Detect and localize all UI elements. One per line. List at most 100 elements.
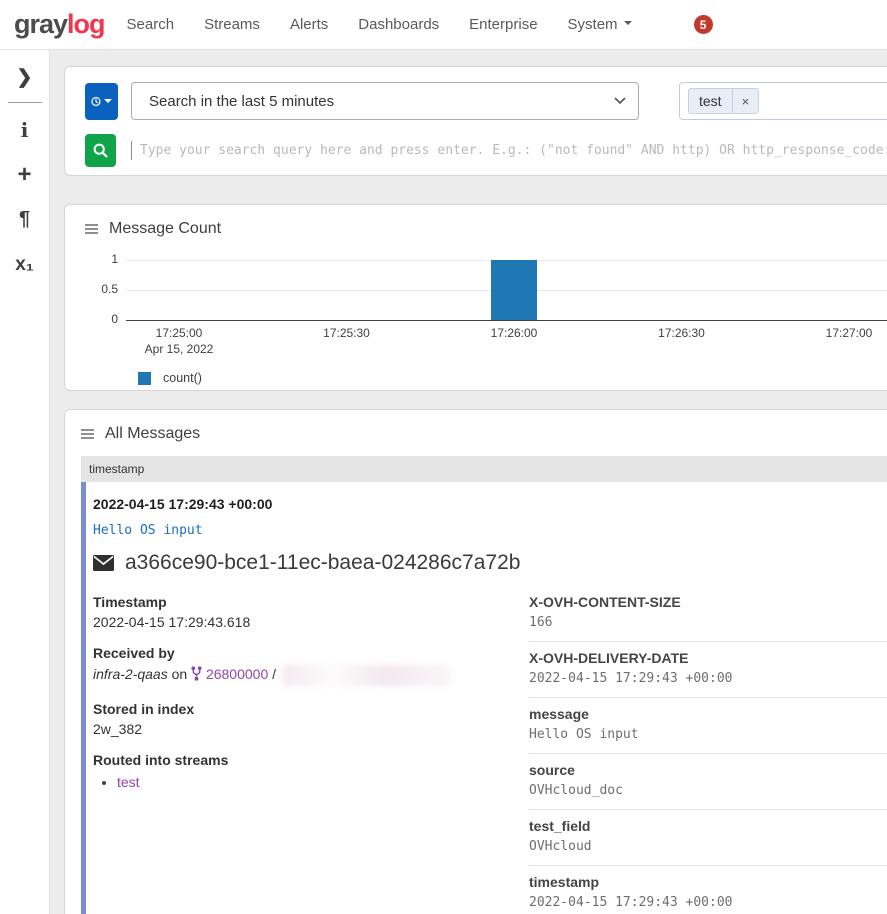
- clock-icon: [91, 94, 101, 109]
- query-input-wrap: [131, 134, 887, 167]
- chevron-right-icon: ❯: [17, 66, 33, 89]
- info-icon: i: [21, 118, 29, 142]
- sidebar-item-highlighting[interactable]: ¶: [5, 197, 45, 242]
- filter-tag-label: test: [689, 89, 732, 113]
- detail-label: Stored in index: [93, 701, 529, 717]
- field-name: source: [529, 762, 887, 778]
- message-field: message Hello OS input: [529, 706, 887, 754]
- detail-label: Timestamp: [93, 594, 529, 610]
- x-axis-date-label: Apr 15, 2022: [119, 342, 239, 356]
- widget-title: All Messages: [105, 425, 200, 443]
- code-fork-icon: [191, 666, 202, 681]
- search-submit-button[interactable]: [85, 134, 116, 167]
- stream-link[interactable]: test: [117, 774, 140, 790]
- widget-title: Message Count: [109, 220, 221, 238]
- y-axis-tick-label: 1: [80, 252, 118, 266]
- logo-log-text: log: [67, 9, 105, 39]
- redacted-blur: [283, 665, 451, 686]
- message-summary[interactable]: Hello OS input: [93, 523, 887, 538]
- field-name: message: [529, 706, 887, 722]
- message-id[interactable]: a366ce90-bce1-11ec-baea-024286c7a72b: [125, 551, 520, 575]
- x-axis-tick-label: 17:25:30: [287, 326, 407, 340]
- message-timestamp: 2022-04-15 17:29:43 +00:00: [93, 496, 887, 512]
- nav-item-enterprise[interactable]: Enterprise: [469, 16, 537, 33]
- remove-tag-button[interactable]: ×: [732, 89, 759, 113]
- search-icon: [93, 143, 108, 158]
- field-name: timestamp: [529, 874, 887, 890]
- filter-tag: test ×: [688, 88, 759, 114]
- drag-handle-icon[interactable]: [85, 222, 98, 236]
- plus-icon: +: [17, 161, 31, 189]
- detail-label: Routed into streams: [93, 752, 529, 768]
- drag-handle-icon[interactable]: [81, 427, 94, 441]
- chevron-down-icon: [614, 97, 626, 105]
- bar-chart: 00.5117:25:0017:25:3017:26:0017:26:3017:…: [126, 260, 887, 385]
- table-column-header-timestamp[interactable]: timestamp: [81, 456, 887, 482]
- search-query-input[interactable]: [131, 134, 887, 167]
- sidebar-divider: [8, 102, 42, 103]
- all-messages-widget: All Messages timestamp 2022-04-15 17:29:…: [64, 409, 887, 914]
- stream-list-item: test: [117, 774, 529, 790]
- chart-bar: [491, 260, 537, 320]
- message-field: X-OVH-CONTENT-SIZE 166: [529, 594, 887, 642]
- timerange-select[interactable]: Search in the last 5 minutes: [131, 82, 639, 120]
- sidebar-item-fields[interactable]: x₁: [5, 242, 45, 287]
- field-value: 166: [529, 615, 887, 630]
- field-name: X-OVH-DELIVERY-DATE: [529, 650, 887, 666]
- field-value: OVHcloud_doc: [529, 783, 887, 798]
- y-axis-tick-label: 0: [80, 312, 118, 326]
- timerange-label: Search in the last 5 minutes: [149, 93, 334, 110]
- nav-item-streams[interactable]: Streams: [204, 16, 260, 33]
- field-value: Hello OS input: [529, 727, 887, 742]
- field-value: 2022-04-15 17:29:43 +00:00: [529, 895, 887, 910]
- nav-item-dashboards[interactable]: Dashboards: [358, 16, 439, 33]
- field-name: X-OVH-CONTENT-SIZE: [529, 594, 887, 610]
- received-by-value: infra-2-qaas on 26800000 /: [93, 665, 529, 686]
- field-value: OVHcloud: [529, 839, 887, 854]
- notification-badge[interactable]: 5: [694, 15, 713, 34]
- message-field: X-OVH-DELIVERY-DATE 2022-04-15 17:29:43 +…: [529, 650, 887, 698]
- node-name: infra-2-qaas: [93, 666, 168, 682]
- detail-value: 2022-04-15 17:29:43.618: [93, 614, 529, 630]
- sidebar-item-description[interactable]: i: [5, 107, 45, 152]
- nav-item-system[interactable]: System: [568, 16, 632, 33]
- main-content: Search in the last 5 minutes test ×: [50, 50, 887, 914]
- caret-down-icon: [104, 99, 112, 107]
- nav-item-search[interactable]: Search: [127, 16, 175, 33]
- search-filter-input[interactable]: test ×: [679, 82, 887, 120]
- message-field: test_field OVHcloud: [529, 818, 887, 866]
- legend-swatch: [138, 372, 151, 385]
- message-metadata: Timestamp 2022-04-15 17:29:43.618 Receiv…: [93, 594, 529, 914]
- message-row: 2022-04-15 17:29:43 +00:00 Hello OS inpu…: [81, 482, 887, 914]
- nav-item-alerts[interactable]: Alerts: [290, 16, 328, 33]
- y-axis-tick-label: 0.5: [80, 282, 118, 296]
- message-fields-list: X-OVH-CONTENT-SIZE 166 X-OVH-DELIVERY-DATE…: [529, 594, 887, 914]
- received-on-text: on: [172, 666, 188, 682]
- timerange-type-button[interactable]: [85, 83, 118, 120]
- pilcrow-icon: ¶: [19, 208, 30, 231]
- field-value: 2022-04-15 17:29:43 +00:00: [529, 671, 887, 686]
- x-axis-tick-label: 17:26:00: [454, 326, 574, 340]
- input-link[interactable]: 26800000: [206, 666, 268, 682]
- top-navbar: graylog Search Streams Alerts Dashboards…: [0, 0, 887, 50]
- detail-label: Received by: [93, 645, 529, 661]
- text-cursor: [131, 141, 132, 160]
- x-axis-tick-label: 17:26:30: [622, 326, 742, 340]
- system-label: System: [568, 16, 618, 33]
- message-id-heading: a366ce90-bce1-11ec-baea-024286c7a72b: [93, 551, 887, 575]
- separator-text: /: [272, 666, 276, 682]
- chart-legend: count(): [138, 371, 887, 385]
- envelope-icon: [93, 555, 114, 571]
- field-name: test_field: [529, 818, 887, 834]
- fields-x1-icon: x₁: [15, 254, 33, 276]
- chevron-down-icon: [624, 21, 632, 29]
- streams-list: test: [93, 774, 529, 790]
- search-bar-card: Search in the last 5 minutes test ×: [64, 66, 887, 176]
- sidebar-expand-button[interactable]: ❯: [5, 58, 45, 96]
- logo-gray-text: gray: [14, 9, 67, 39]
- x-axis-tick-label: 17:27:00: [789, 326, 887, 340]
- graylog-logo[interactable]: graylog: [14, 9, 105, 40]
- sidebar-item-create[interactable]: +: [5, 152, 45, 197]
- message-field: source OVHcloud_doc: [529, 762, 887, 810]
- detail-value: 2w_382: [93, 721, 529, 737]
